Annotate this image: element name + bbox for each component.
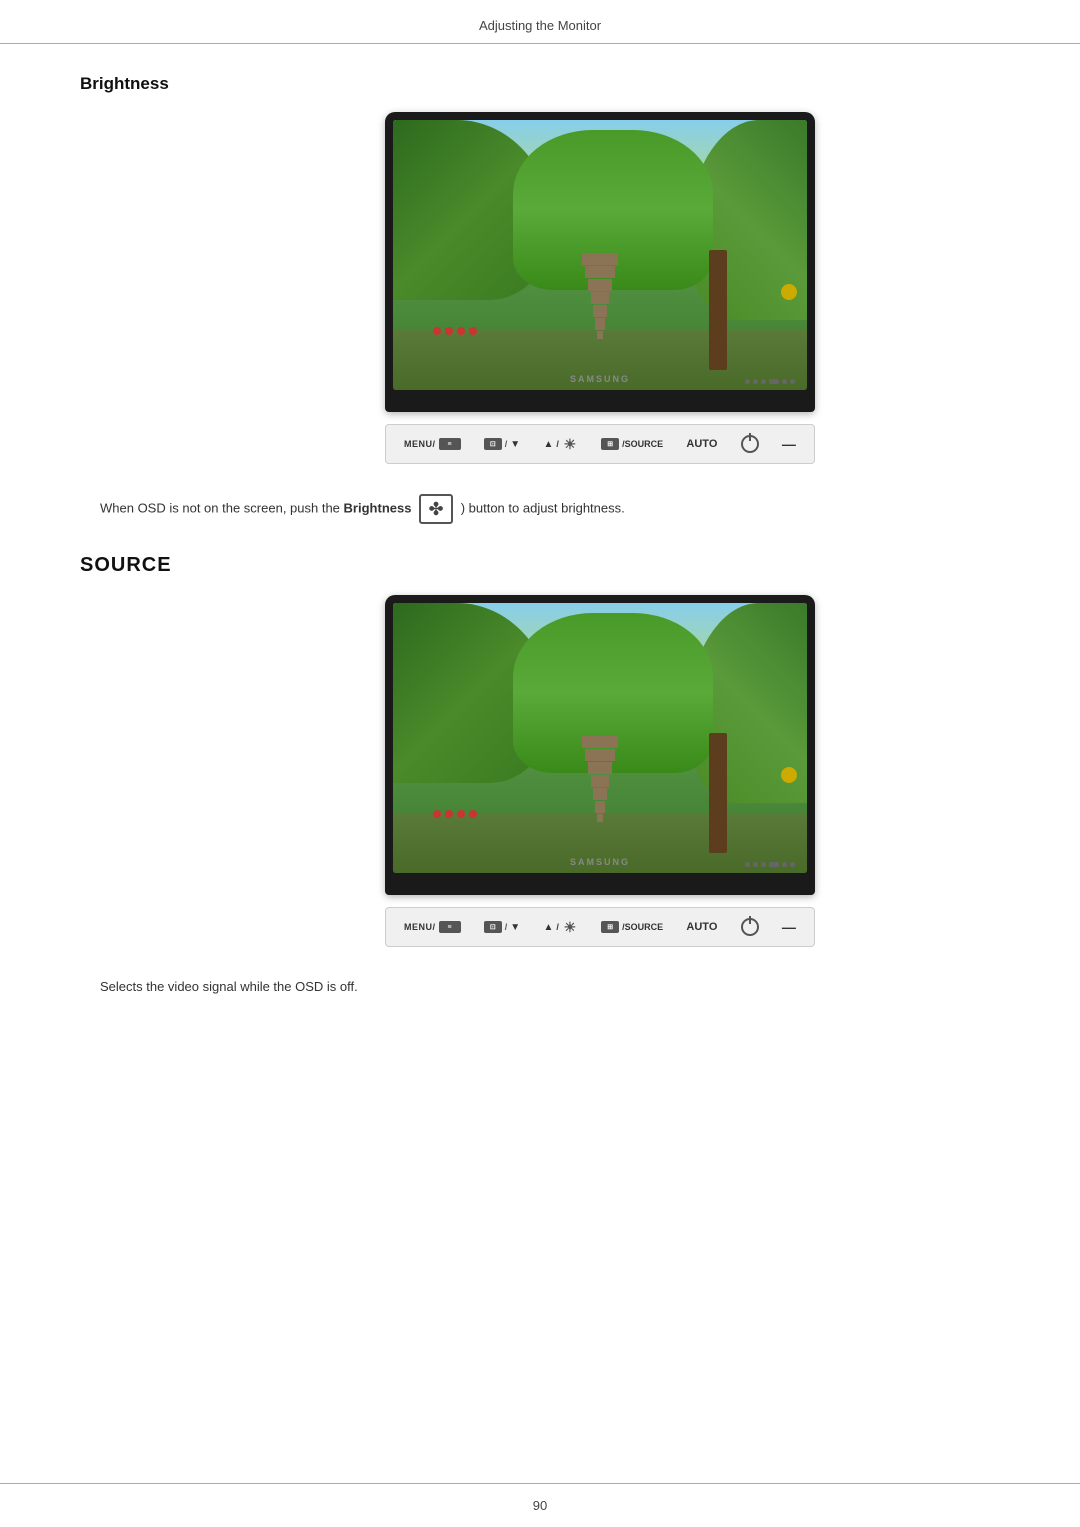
dash-button: — [782, 436, 796, 452]
control-bar-source: MENU/ ≡ ⊡ / ▼ ▲ / ☀ ⊞ /SOU [385, 907, 815, 947]
source-monitor-block: SAMSUNG MENU/ [200, 595, 1000, 947]
monitor-screen-brightness: SAMSUNG [393, 120, 807, 390]
source-description: Selects the video signal while the OSD i… [80, 977, 1000, 998]
source-heading: SOURCE [80, 554, 1000, 577]
source-description-text: Selects the video signal while the OSD i… [100, 979, 358, 994]
source-brightness-nav-button: ▲ / ☀ [543, 919, 577, 935]
auto-button: AUTO [686, 438, 717, 450]
nav-button: ⊡ / ▼ [484, 438, 520, 450]
red-flowers [433, 327, 477, 335]
brightness-monitor-block: SAMSUNG MENU/ [200, 112, 1000, 464]
brightness-sun-button-icon: ✤ [429, 496, 444, 523]
source-icon: ⊞ [601, 438, 619, 450]
monitor-frame-brightness: SAMSUNG [385, 112, 815, 412]
page-number: 90 [533, 1498, 547, 1513]
yellow-lantern-source [781, 767, 797, 783]
brightness-heading: Brightness [80, 74, 1000, 94]
source-menu-button: MENU/ ≡ [404, 921, 461, 933]
header-title: Adjusting the Monitor [479, 18, 601, 33]
source-menu-label: MENU/ [404, 922, 436, 932]
content-area: Brightness [0, 44, 1080, 1483]
source-nav-icon: ⊡ [484, 921, 502, 933]
source-brightness-sun-icon: ☀ [562, 919, 578, 935]
samsung-label-source: SAMSUNG [570, 857, 630, 867]
up-arrow-icon: ▲ [543, 439, 553, 450]
monitor-frame-source: SAMSUNG [385, 595, 815, 895]
source-section: SOURCE [80, 554, 1000, 998]
pagoda-source [580, 736, 620, 823]
page-container: Adjusting the Monitor Brightness [0, 0, 1080, 1527]
source-auto-button: AUTO [686, 921, 717, 933]
triangle-icon: ▼ [510, 439, 520, 450]
power-button [741, 435, 759, 453]
monitor-screen-source: SAMSUNG [393, 603, 807, 873]
pagoda [580, 253, 620, 340]
brightness-sun-icon: ☀ [562, 436, 578, 452]
garden-scene-brightness [393, 120, 807, 390]
desc-text-after: ) button to adjust brightness. [461, 500, 625, 515]
source-dash-button: — [782, 919, 796, 935]
source-button: ⊞ /SOURCE [601, 438, 663, 450]
menu-label: MENU/ [404, 439, 436, 449]
yellow-lantern [781, 284, 797, 300]
brightness-icon-box: ✤ [419, 494, 453, 524]
red-flowers-source [433, 810, 477, 818]
source-power-button [741, 918, 759, 936]
garden-scene-source [393, 603, 807, 873]
source-source-button: ⊞ /SOURCE [601, 921, 663, 933]
source-menu-icon: ≡ [439, 921, 461, 933]
nav-icon: ⊡ [484, 438, 502, 450]
source-up-arrow-icon: ▲ [543, 922, 553, 933]
desc-text-before: When OSD is not on the screen, push the [100, 500, 340, 515]
source-triangle-icon: ▼ [510, 922, 520, 933]
brightness-description-text: When OSD is not on the screen, push the … [100, 494, 625, 524]
brightness-description-block: When OSD is not on the screen, push the … [80, 494, 1000, 524]
brightness-nav-button: ▲ / ☀ [543, 436, 577, 452]
samsung-label-brightness: SAMSUNG [570, 374, 630, 384]
monitor-buttons-strip-source [745, 862, 795, 867]
tree-trunk [709, 250, 727, 370]
brightness-section: Brightness [80, 74, 1000, 464]
header-title-bar: Adjusting the Monitor [0, 0, 1080, 44]
control-bar-brightness: MENU/ ≡ ⊡ / ▼ ▲ / ☀ ⊞ /SOU [385, 424, 815, 464]
menu-button: MENU/ ≡ [404, 438, 461, 450]
tree-trunk-source [709, 733, 727, 853]
monitor-buttons-strip [745, 379, 795, 384]
source-nav-button: ⊡ / ▼ [484, 921, 520, 933]
page-footer: 90 [0, 1483, 1080, 1527]
source-source-icon: ⊞ [601, 921, 619, 933]
brightness-bold-word: Brightness [344, 500, 412, 515]
menu-icon: ≡ [439, 438, 461, 450]
